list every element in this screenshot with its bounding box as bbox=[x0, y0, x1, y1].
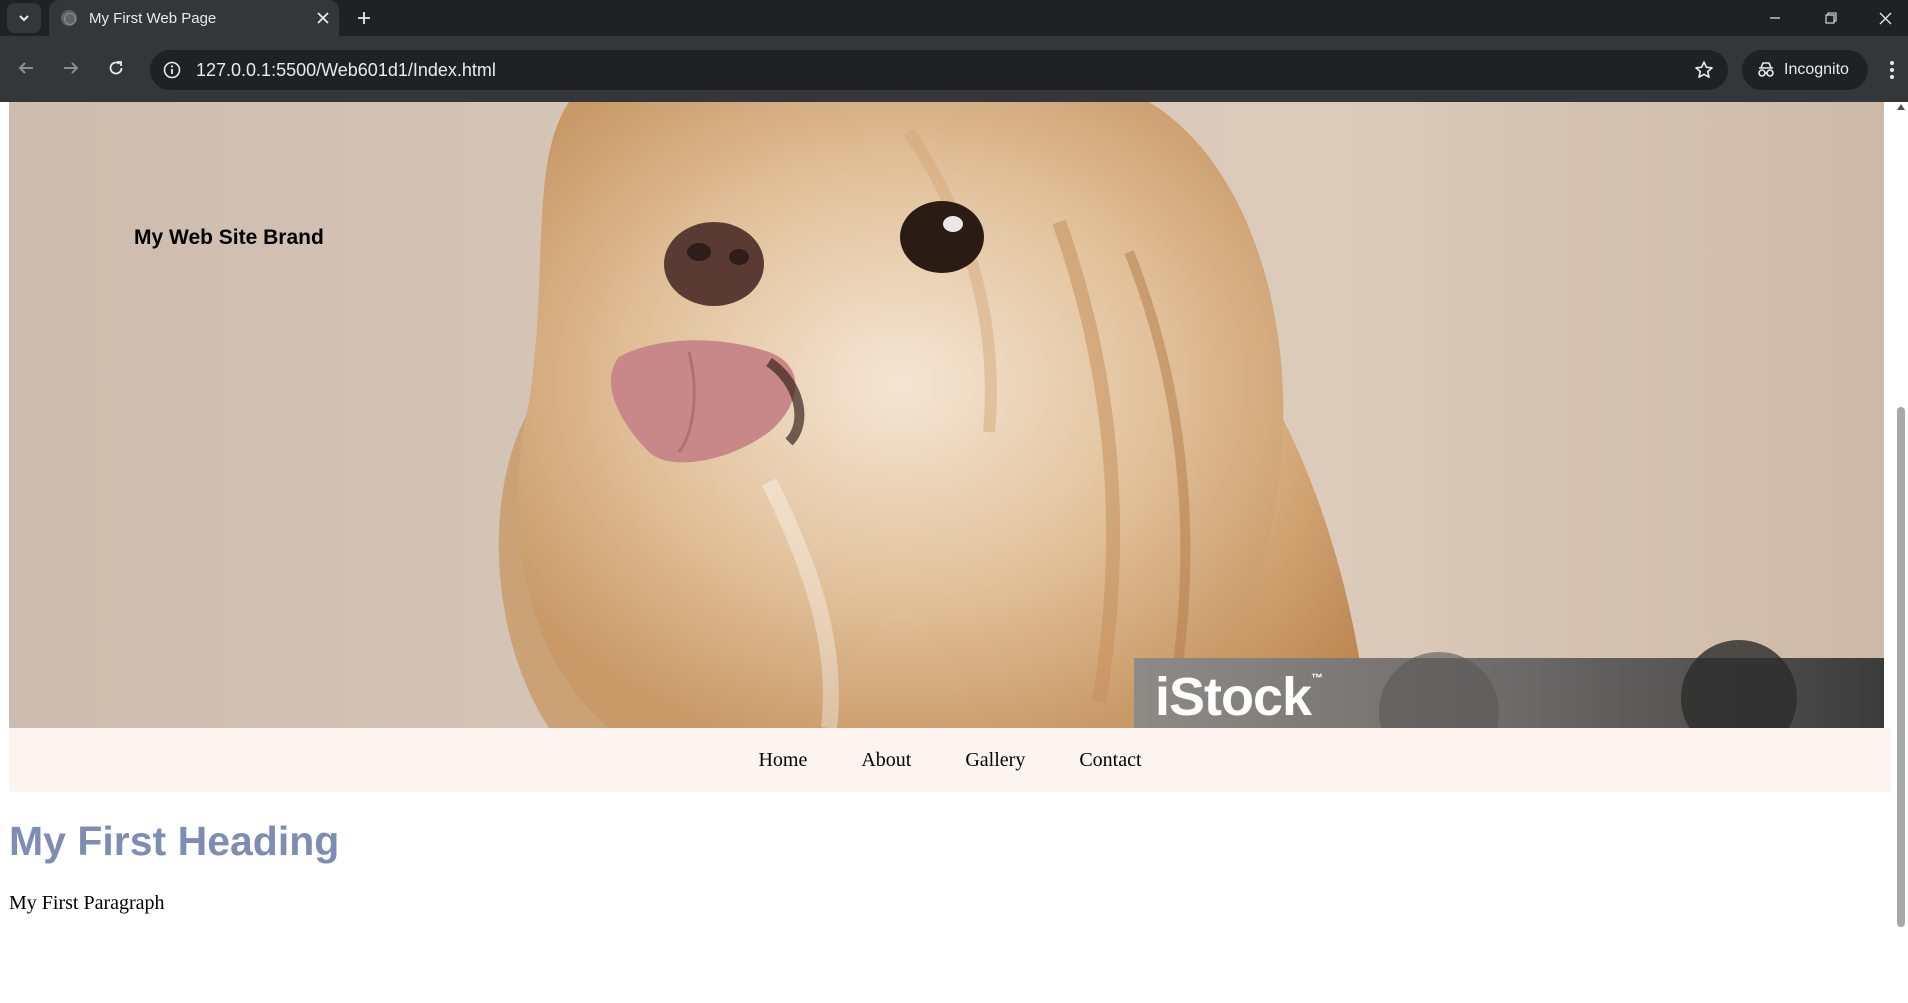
istock-watermark: iStock™ bbox=[1155, 667, 1323, 727]
watermark-tm: ™ bbox=[1311, 671, 1323, 685]
reload-button[interactable] bbox=[100, 52, 132, 84]
incognito-badge[interactable]: Incognito bbox=[1742, 50, 1868, 90]
tab-title: My First Web Page bbox=[89, 10, 217, 27]
forward-arrow-icon bbox=[64, 62, 79, 74]
tab-close-button[interactable] bbox=[313, 8, 333, 28]
window-close-button[interactable] bbox=[1862, 0, 1908, 36]
star-icon bbox=[1695, 61, 1713, 78]
back-button[interactable] bbox=[10, 52, 42, 84]
tab-strip: My First Web Page bbox=[0, 0, 1908, 36]
browser-toolbar: 127.0.0.1:5500/Web601d1/Index.html Incog… bbox=[0, 36, 1908, 102]
nav-link-gallery[interactable]: Gallery bbox=[938, 749, 1052, 772]
close-icon bbox=[317, 12, 329, 24]
page-viewport: iStock™ My Web Site Brand Home About Gal… bbox=[0, 102, 1908, 1003]
nav-link-about[interactable]: About bbox=[834, 749, 938, 772]
minimize-icon bbox=[1770, 17, 1780, 19]
bookmark-button[interactable] bbox=[1692, 58, 1716, 82]
address-bar[interactable]: 127.0.0.1:5500/Web601d1/Index.html bbox=[150, 50, 1728, 90]
info-icon bbox=[163, 61, 181, 79]
scrollbar-thumb[interactable] bbox=[1897, 407, 1905, 927]
url-text[interactable]: 127.0.0.1:5500/Web601d1/Index.html bbox=[196, 60, 496, 81]
back-arrow-icon bbox=[18, 62, 33, 74]
incognito-label: Incognito bbox=[1784, 61, 1849, 78]
watermark-text: iStock bbox=[1155, 667, 1312, 727]
restore-icon bbox=[1825, 12, 1837, 24]
site-brand[interactable]: My Web Site Brand bbox=[134, 226, 324, 250]
scroll-up-arrow-icon[interactable] bbox=[1897, 104, 1905, 110]
restore-button[interactable] bbox=[1808, 0, 1854, 36]
site-info-button[interactable] bbox=[160, 58, 184, 82]
page-scrollbar[interactable] bbox=[1894, 102, 1908, 1003]
dog-photo bbox=[498, 102, 1884, 728]
new-tab-button[interactable] bbox=[352, 6, 376, 30]
more-vert-icon bbox=[1890, 61, 1894, 79]
incognito-icon bbox=[1758, 62, 1774, 77]
tab-search-button[interactable] bbox=[7, 3, 41, 33]
page-paragraph: My First Paragraph bbox=[9, 892, 165, 914]
plus-icon bbox=[358, 12, 370, 24]
nav-link-home[interactable]: Home bbox=[731, 749, 834, 772]
active-tab[interactable]: My First Web Page bbox=[49, 0, 339, 36]
chevron-down-icon bbox=[19, 15, 29, 22]
hero-banner: iStock™ My Web Site Brand bbox=[9, 102, 1884, 728]
site-navigation: Home About Gallery Contact bbox=[9, 728, 1891, 792]
globe-icon bbox=[61, 10, 77, 26]
page-heading: My First Heading bbox=[9, 818, 340, 864]
browser-menu-button[interactable] bbox=[1880, 56, 1904, 84]
nav-link-contact[interactable]: Contact bbox=[1052, 749, 1168, 772]
window-close-icon bbox=[1879, 12, 1891, 24]
forward-button[interactable] bbox=[55, 52, 87, 84]
minimize-button[interactable] bbox=[1752, 0, 1798, 36]
reload-icon bbox=[109, 61, 123, 75]
